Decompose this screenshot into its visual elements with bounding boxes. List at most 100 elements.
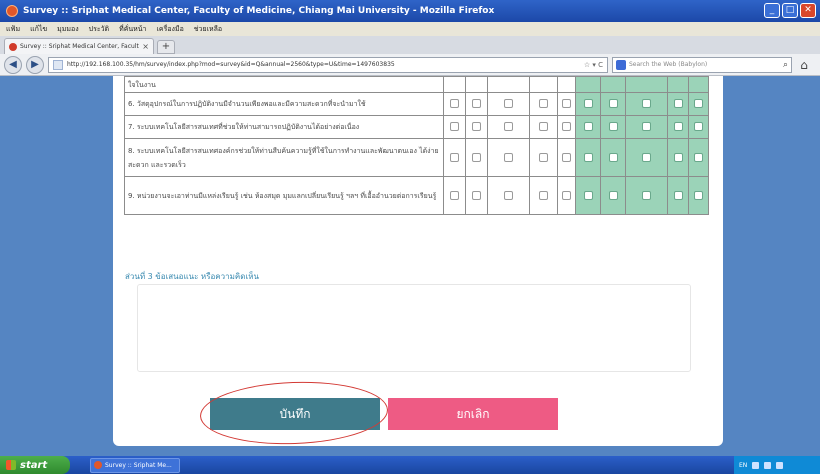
rating-checkbox[interactable] [673,99,683,108]
tab-survey[interactable]: Survey :: Sriphat Medical Center, Facult… [4,38,154,54]
cancel-button[interactable]: ยกเลิก [388,398,558,430]
rating-cell [688,92,709,116]
tab-favicon-icon [9,42,17,51]
url-controls[interactable]: ☆ ▾ C [584,61,603,69]
rating-checkbox[interactable] [504,190,513,200]
close-button[interactable]: ✕ [800,3,816,18]
rating-cell [667,115,689,139]
start-label: start [20,459,48,471]
forward-button[interactable]: ▶ [26,55,44,74]
rating-checkbox[interactable] [583,152,593,162]
search-icon[interactable]: ⌕ [783,60,788,70]
back-button[interactable]: ◀ [4,55,22,74]
survey-row: 9. หน่วยงานจะเอาท่านมีแหล่งเรียนรู้ เช่น… [124,176,709,215]
rating-checkbox[interactable] [539,99,548,108]
rating-checkbox[interactable] [539,190,548,200]
rating-cell [487,76,530,93]
rating-checkbox[interactable] [539,152,548,162]
network-icon[interactable] [752,461,760,469]
windows-logo-icon [6,460,16,470]
rating-cell [529,76,558,93]
rating-checkbox[interactable] [562,122,571,131]
menu-view[interactable]: มุมมอง [57,24,78,35]
minimize-button[interactable]: _ [764,3,780,18]
rating-cell [465,176,488,215]
rating-checkbox[interactable] [583,99,593,108]
menu-file[interactable]: แฟ้ม [6,24,20,35]
rating-cell [487,92,530,116]
rating-checkbox[interactable] [673,190,683,200]
rating-checkbox[interactable] [450,122,459,131]
question-text: 9. หน่วยงานจะเอาท่านมีแหล่งเรียนรู้ เช่น… [124,176,444,215]
rating-checkbox[interactable] [562,190,571,200]
survey-row: 7. ระบบเทคโนโลยีสารสนเทศที่ช่วยให้ท่านสา… [124,115,709,139]
rating-checkbox[interactable] [562,99,571,108]
menu-bar: แฟ้ม แก้ไข มุมมอง ประวัติ ที่คั่นหน้า เค… [0,22,820,36]
comment-textarea[interactable] [137,284,691,372]
rating-checkbox[interactable] [472,122,481,131]
rating-checkbox[interactable] [608,122,618,131]
rating-checkbox[interactable] [472,152,481,162]
search-engine-icon[interactable] [616,59,626,70]
tab-close-icon[interactable]: × [142,42,149,51]
rating-checkbox[interactable] [450,152,459,162]
rating-cell [443,115,466,139]
page-viewport: ใจในงาน 6. วัสดุอุปกรณ์ในการปฏิบัติงานมีจ… [0,76,820,456]
rating-cell [557,138,576,177]
save-button[interactable]: บันทึก [210,398,380,430]
rating-checkbox[interactable] [608,152,618,162]
address-bar[interactable]: http://192.168.100.35/hm/survey/index.ph… [48,56,608,73]
rating-checkbox[interactable] [642,190,651,200]
home-icon[interactable]: ⌂ [796,58,812,72]
rating-checkbox[interactable] [608,99,618,108]
rating-cell [529,115,558,139]
rating-checkbox[interactable] [642,99,651,108]
volume-icon[interactable] [764,461,772,469]
security-icon[interactable] [776,461,784,469]
rating-checkbox[interactable] [472,190,481,200]
rating-checkbox[interactable] [562,152,571,162]
rating-checkbox[interactable] [450,99,459,108]
rating-checkbox[interactable] [673,152,683,162]
new-tab-button[interactable]: + [157,40,175,54]
rating-checkbox[interactable] [504,99,513,108]
rating-checkbox[interactable] [450,190,459,200]
rating-cell [625,115,668,139]
rating-cell [529,138,558,177]
rating-cell [667,176,689,215]
rating-checkbox[interactable] [673,122,683,131]
menu-help[interactable]: ช่วยเหลือ [194,24,222,35]
rating-checkbox[interactable] [642,152,651,162]
rating-cell [575,115,601,139]
rating-cell [625,138,668,177]
rating-cell [487,138,530,177]
rating-cell [557,115,576,139]
menu-history[interactable]: ประวัติ [89,24,109,35]
rating-checkbox[interactable] [642,122,651,131]
rating-checkbox[interactable] [504,122,513,131]
rating-checkbox[interactable] [694,190,703,200]
maximize-button[interactable]: □ [782,3,798,18]
rating-checkbox[interactable] [583,190,593,200]
menu-tools[interactable]: เครื่องมือ [157,24,184,35]
rating-checkbox[interactable] [608,190,618,200]
search-box[interactable]: Search the Web (Babylon) ⌕ [612,56,792,73]
rating-checkbox[interactable] [472,99,481,108]
rating-checkbox[interactable] [694,122,703,131]
rating-cell [465,76,488,93]
window-titlebar: Survey :: Sriphat Medical Center, Facult… [0,0,820,22]
menu-bookmarks[interactable]: ที่คั่นหน้า [119,24,146,35]
rating-cell [688,115,709,139]
menu-edit[interactable]: แก้ไข [30,24,47,35]
language-indicator[interactable]: EN [739,462,747,469]
rating-checkbox[interactable] [694,152,703,162]
rating-checkbox[interactable] [504,152,513,162]
site-identity-icon[interactable] [53,59,63,70]
rating-checkbox[interactable] [583,122,593,131]
taskbar-item-firefox[interactable]: Survey :: Sriphat Me... [90,457,180,473]
question-text: ใจในงาน [124,76,444,93]
rating-checkbox[interactable] [694,99,703,108]
start-button[interactable]: start [0,456,70,474]
rating-cell [575,138,601,177]
rating-checkbox[interactable] [539,122,548,131]
